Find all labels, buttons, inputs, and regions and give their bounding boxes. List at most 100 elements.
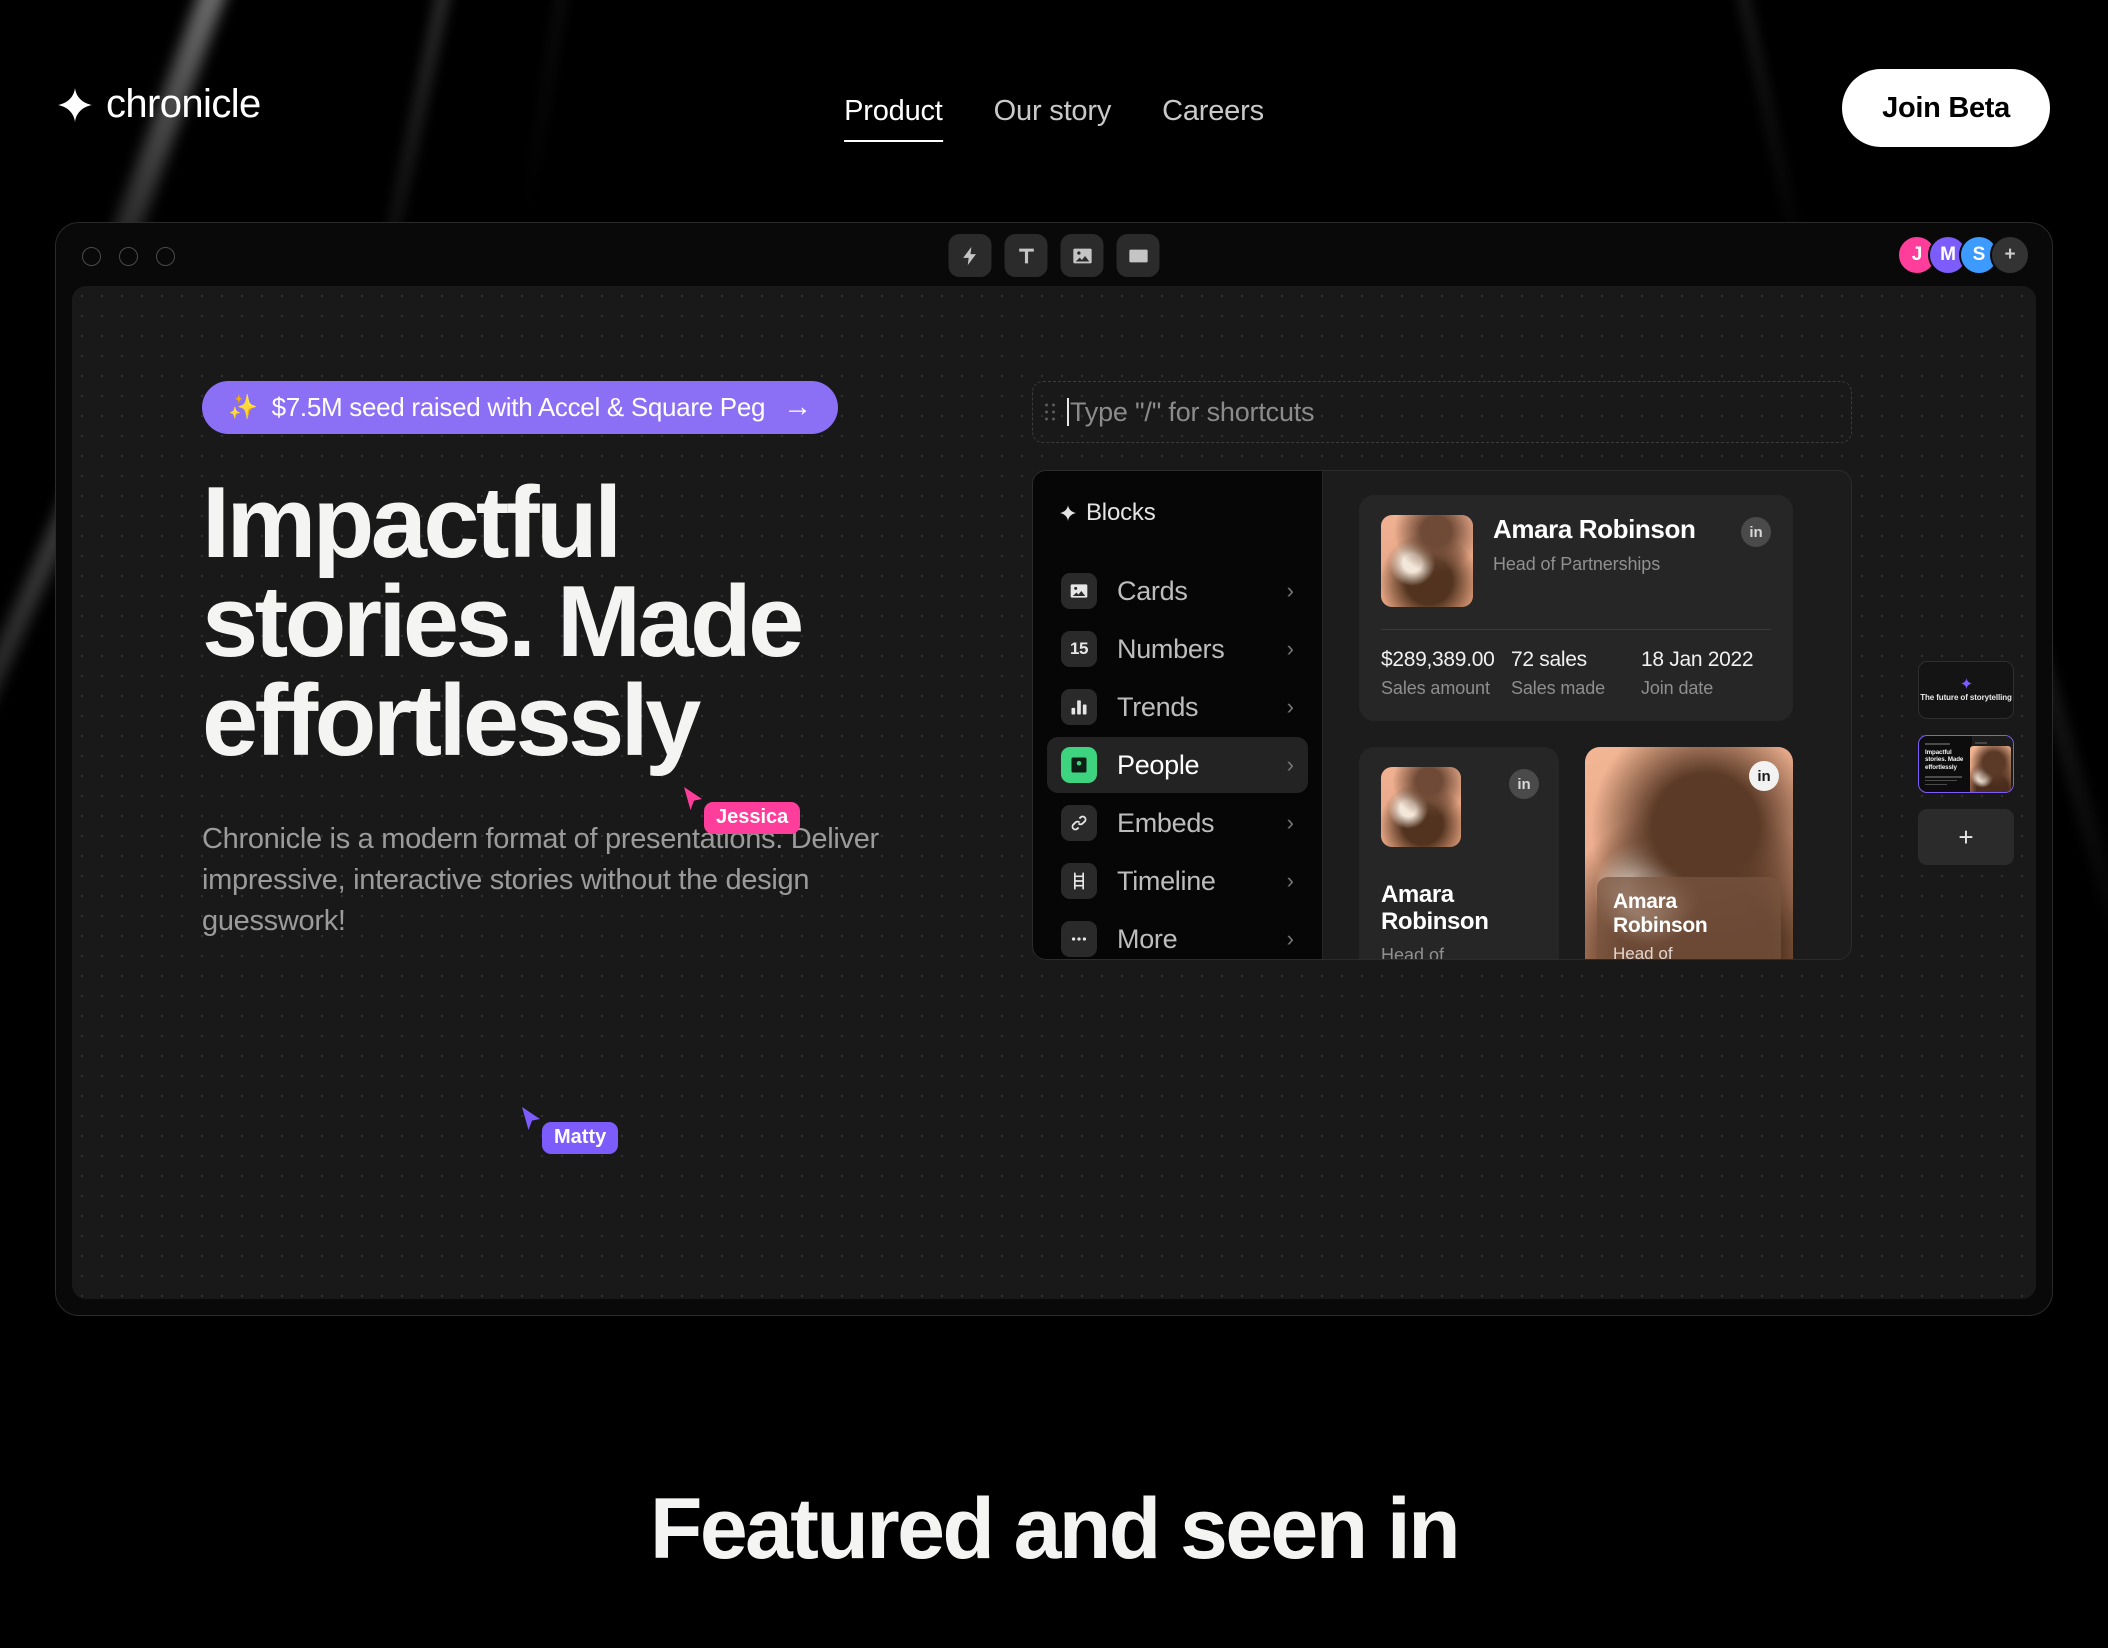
person-role: Head of Partnerships	[1613, 944, 1673, 960]
window-minimize-dot[interactable]	[119, 247, 138, 266]
person-role: Head of Partnerships	[1493, 554, 1661, 575]
stat-sales-amount: $289,389.00 Sales amount	[1381, 648, 1511, 699]
stat-value: $289,389.00	[1381, 648, 1495, 671]
nav-link-product[interactable]: Product	[844, 95, 943, 142]
person-role: Head of Partnerships	[1381, 945, 1445, 960]
chevron-right-icon: ›	[1286, 636, 1294, 661]
block-item-embeds[interactable]: Embeds ›	[1047, 795, 1308, 851]
person-card-wide[interactable]: Amara Robinson Head of Partnerships in $…	[1359, 495, 1793, 721]
blocks-menu: Blocks Cards › 15 Numbers › Trends › Peo…	[1033, 471, 1323, 959]
block-item-trends[interactable]: Trends ›	[1047, 679, 1308, 735]
lightning-icon[interactable]	[948, 234, 992, 277]
chevron-right-icon: ›	[1286, 926, 1294, 951]
person-cards-row: in Amara Robinson Head of Partnerships i…	[1359, 747, 1821, 960]
slide-thumbnail-rail: The future of storytelling Impactful sto…	[1918, 661, 2014, 881]
timeline-icon	[1061, 863, 1097, 899]
window-controls[interactable]	[82, 247, 175, 266]
block-item-more[interactable]: More ›	[1047, 911, 1308, 959]
editor-toolbar	[948, 234, 1160, 277]
text-icon[interactable]	[1004, 234, 1048, 277]
person-name: Amara Robinson	[1613, 890, 1708, 938]
slide-thumbnail-title[interactable]: The future of storytelling	[1918, 661, 2014, 719]
block-item-numbers[interactable]: 15 Numbers ›	[1047, 621, 1308, 677]
plus-icon: +	[1958, 822, 1974, 852]
linkedin-icon[interactable]: in	[1741, 517, 1771, 547]
primary-nav: Product Our story Careers	[844, 95, 1264, 142]
linkedin-icon[interactable]: in	[1749, 761, 1779, 791]
number-15-icon: 15	[1061, 631, 1097, 667]
window-close-dot[interactable]	[82, 247, 101, 266]
person-photo	[1381, 767, 1461, 847]
slide-thumbnail-label: Impactful stories. Made effortlessly	[1925, 749, 1964, 771]
person-stats: $289,389.00 Sales amount 72 sales Sales …	[1381, 648, 1771, 699]
stat-label: Sales amount	[1381, 678, 1490, 698]
blocks-panel-title-row: Blocks	[1047, 499, 1308, 527]
hero-content: ✨ $7.5M seed raised with Accel & Square …	[202, 381, 922, 942]
brand-logo[interactable]: chronicle	[58, 82, 261, 127]
slash-input-placeholder: Type "/" for shortcuts	[1070, 396, 1315, 427]
editor-column: Type "/" for shortcuts Sarah Blocks	[1032, 381, 1852, 960]
sparkles-icon: ✨	[228, 394, 258, 421]
add-slide-button[interactable]: +	[1918, 809, 2014, 865]
sparkle-icon	[1960, 677, 1972, 689]
block-label-timeline: Timeline	[1117, 865, 1216, 896]
text-caret	[1067, 398, 1069, 426]
brand-name: chronicle	[106, 82, 261, 126]
blocks-panel-title: Blocks	[1086, 499, 1156, 526]
drag-handle-icon[interactable]	[1045, 403, 1055, 421]
chevron-right-icon: ›	[1286, 578, 1294, 603]
slash-command-input[interactable]: Type "/" for shortcuts	[1032, 381, 1852, 443]
person-card-small[interactable]: in Amara Robinson Head of Partnerships	[1359, 747, 1559, 960]
stat-sales-made: 72 sales Sales made	[1511, 648, 1641, 699]
sparkle-icon	[1060, 505, 1076, 521]
block-label-people: People	[1117, 749, 1200, 780]
chevron-right-icon: ›	[1286, 694, 1294, 719]
person-name: Amara Robinson	[1381, 881, 1489, 936]
nav-link-careers[interactable]: Careers	[1162, 95, 1264, 142]
sparkle-icon	[58, 87, 92, 122]
cursor-pointer-icon	[522, 1107, 540, 1130]
seed-announcement-badge[interactable]: ✨ $7.5M seed raised with Accel & Square …	[202, 381, 838, 434]
app-titlebar: J M S +	[56, 223, 2052, 286]
site-header: chronicle Product Our story Careers Join…	[0, 0, 2108, 165]
person-photo	[1381, 515, 1473, 607]
stat-value: 72 sales	[1510, 648, 1587, 671]
featured-section-title: Featured and seen in	[649, 1481, 1461, 1577]
block-item-timeline[interactable]: Timeline ›	[1047, 853, 1308, 909]
block-label-cards: Cards	[1117, 575, 1188, 606]
block-item-people[interactable]: People ›	[1047, 737, 1308, 793]
join-beta-button[interactable]: Join Beta	[1842, 69, 2050, 147]
hero-subcopy: Chronicle is a modern format of presenta…	[202, 822, 879, 938]
block-label-numbers: Numbers	[1117, 633, 1225, 664]
block-label-more: More	[1117, 923, 1178, 954]
divider	[1381, 629, 1771, 630]
block-item-cards[interactable]: Cards ›	[1047, 563, 1308, 619]
person-card-caption: Amara Robinson Head of Partnerships	[1597, 877, 1781, 960]
linkedin-icon[interactable]: in	[1509, 769, 1539, 799]
person-icon	[1061, 747, 1097, 783]
cursor-label-matty: Matty	[542, 1122, 619, 1154]
image-icon[interactable]	[1060, 234, 1104, 277]
add-collaborator-button[interactable]: +	[1990, 235, 2030, 275]
card-icon[interactable]	[1116, 234, 1160, 277]
chevron-right-icon: ›	[1286, 810, 1294, 835]
collaborator-avatars: J M S +	[1897, 235, 2030, 275]
person-card-photo[interactable]: in Amara Robinson Head of Partnerships	[1585, 747, 1793, 960]
blocks-preview-pane: Amara Robinson Head of Partnerships in $…	[1323, 471, 1851, 959]
nav-link-our-story[interactable]: Our story	[994, 95, 1112, 142]
link-icon	[1061, 805, 1097, 841]
slide-thumbnail-label: The future of storytelling	[1920, 692, 2012, 702]
hero-headline: Impactful stories. Made effortlessly	[202, 467, 804, 777]
window-maximize-dot[interactable]	[156, 247, 175, 266]
person-name: Amara Robinson	[1493, 514, 1696, 544]
stat-value: 18 Jan 2022	[1640, 648, 1754, 671]
block-label-embeds: Embeds	[1117, 807, 1215, 838]
chevron-right-icon: ›	[1286, 752, 1294, 777]
bar-chart-icon	[1061, 689, 1097, 725]
slide-canvas[interactable]: ✨ $7.5M seed raised with Accel & Square …	[72, 286, 2036, 1299]
cursor-matty: Matty	[520, 1106, 619, 1154]
slide-thumbnail-current[interactable]: Impactful stories. Made effortlessly	[1918, 735, 2014, 793]
arrow-right-icon: →	[783, 391, 812, 423]
block-label-trends: Trends	[1117, 691, 1199, 722]
chevron-right-icon: ›	[1286, 868, 1294, 893]
